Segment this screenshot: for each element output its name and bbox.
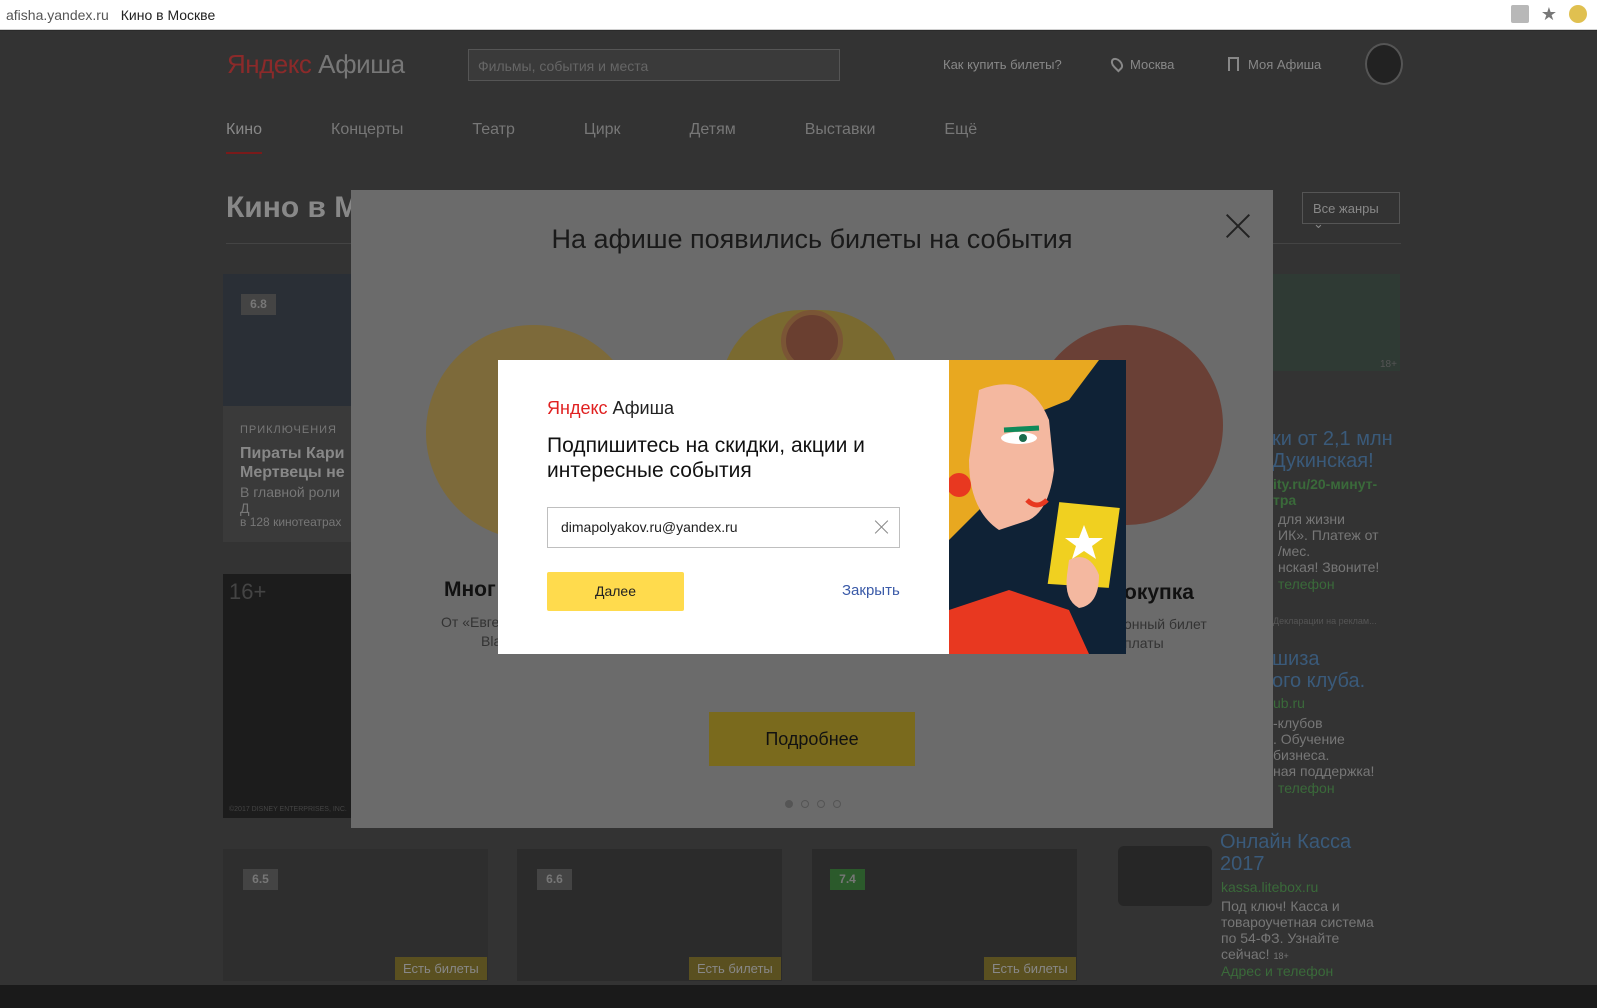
age-badge: 16+ (229, 579, 267, 604)
bookmark-icon (1228, 57, 1239, 71)
browser-icons: ★ (1510, 5, 1587, 23)
movie-genre: ПРИКЛЮЧЕНИЯ (240, 424, 337, 436)
rating-badge: 6.5 (243, 869, 278, 890)
site-header: Яндекс Афиша Фильмы, события и места Как… (200, 31, 1430, 101)
overlay-feature-heading: Мног (444, 578, 496, 601)
nav-item-circus[interactable]: Цирк (584, 121, 621, 139)
ad-title[interactable]: ки от 2,1 млн Дукинская! (1272, 428, 1393, 472)
modal-illustration (949, 360, 1126, 654)
lock-icon[interactable] (1510, 5, 1529, 23)
email-field[interactable]: dimapolyakov.ru@yandex.ru (547, 507, 900, 548)
movie-title[interactable]: Пираты Кари Мертвецы не (240, 444, 345, 482)
nav-item-concerts[interactable]: Концерты (331, 121, 403, 139)
ad-disclaimer: Декларации на реклам... (1273, 616, 1377, 626)
ad-text: -клубов. Обучение бизнеса. ная поддержка! (1273, 715, 1375, 779)
overlay-feature-text: онный билет (1124, 616, 1207, 632)
ad-domain[interactable]: ub.ru (1273, 695, 1305, 711)
next-button[interactable]: Далее (547, 572, 684, 611)
carousel-dot[interactable] (785, 800, 793, 808)
modal-title: Подпишитесь на скидки, акции и интересны… (547, 434, 865, 482)
overlay-feature-text: От «Евге (441, 614, 500, 630)
ad-title[interactable]: Онлайн Касса 2017 (1220, 831, 1351, 875)
ad-title[interactable]: шиза ого клуба. (1272, 648, 1365, 692)
nav-item-exhibitions[interactable]: Выставки (805, 121, 876, 139)
tickets-badge[interactable]: Есть билеты (984, 957, 1076, 980)
rating-badge: 6.6 (537, 869, 572, 890)
movie-cinemas[interactable]: в 128 кинотеатрах (240, 514, 341, 530)
search-input[interactable]: Фильмы, события и места (468, 49, 840, 81)
ad-text: для жизни ИК». Платеж от/мес. нская! Звони… (1278, 511, 1380, 575)
overlay-title: На афише появились билеты на события (551, 224, 1073, 254)
nav-item-kino[interactable]: Кино (226, 121, 262, 154)
nav-item-theatre[interactable]: Театр (472, 121, 515, 139)
ad-text: Под ключ! Касса и товароучетная система по… (1221, 898, 1374, 962)
genre-filter-dropdown[interactable]: Все жанры ⌄ (1302, 192, 1400, 231)
ad-domain[interactable]: kassa.litebox.ru (1221, 879, 1318, 895)
woman-with-ticket-illustration (949, 360, 1126, 654)
rating-badge: 6.8 (241, 294, 276, 315)
close-link[interactable]: Закрыть (842, 582, 900, 599)
location-pin-icon (1108, 55, 1126, 73)
chevron-down-icon: ⌄ (1313, 216, 1324, 231)
avatar[interactable] (1365, 43, 1403, 85)
movie-card[interactable]: 6.6 Есть билеты (517, 849, 782, 981)
bottom-strip (0, 985, 1597, 1008)
nav-item-kids[interactable]: Детям (690, 121, 736, 139)
how-to-buy-link[interactable]: Как купить билеты? (943, 57, 1062, 72)
subscribe-modal: Яндекс Афиша Подпишитесь на скидки, акци… (498, 360, 1126, 654)
movie-card-large[interactable]: 16+ ©2017 DISNEY ENTERPRISES, INC. (223, 574, 353, 818)
close-icon[interactable] (1226, 214, 1250, 238)
carousel-dots (785, 800, 841, 808)
page-background: Яндекс Афиша Фильмы, события и места Как… (0, 31, 1597, 1008)
ad-image[interactable] (1118, 846, 1212, 906)
ad-domain[interactable]: ity.ru/20-минут-тра (1273, 476, 1377, 508)
site-logo[interactable]: Яндекс Афиша (227, 49, 405, 80)
browser-page-title: Кино в Москве (120, 6, 216, 23)
nav-item-more[interactable]: Ещё (944, 121, 977, 139)
poster-copyright: ©2017 DISNEY ENTERPRISES, INC. (229, 806, 347, 813)
ad-contact-link[interactable]: телефон (1278, 780, 1335, 796)
email-value: dimapolyakov.ru@yandex.ru (561, 519, 738, 535)
browser-url[interactable]: afisha.yandex.ru (6, 7, 109, 23)
main-nav: Кино Концерты Театр Цирк Детям Выставки … (226, 121, 1046, 154)
ad-age-badge: 18+ (1380, 359, 1397, 370)
modal-logo: Яндекс Афиша (547, 398, 675, 418)
ad-contact-link[interactable]: телефон (1278, 576, 1335, 592)
rating-badge: 7.4 (830, 869, 865, 890)
browser-tab-bar: afisha.yandex.ru Кино в Москве ★ (0, 0, 1597, 30)
carousel-dot[interactable] (833, 800, 841, 808)
extension-icon[interactable] (1569, 5, 1587, 23)
tickets-badge[interactable]: Есть билеты (689, 957, 781, 980)
my-afisha-link[interactable]: Моя Афиша (1228, 57, 1321, 72)
carousel-dot[interactable] (801, 800, 809, 808)
city-selector[interactable]: Москва (1108, 55, 1174, 73)
movie-card[interactable]: 6.8 ПРИКЛЮЧЕНИЯ Пираты Кари Мертвецы не В… (223, 274, 353, 542)
overlay-feature-heading: окупка (1124, 581, 1194, 604)
tickets-badge[interactable]: Есть билеты (395, 957, 487, 980)
movie-card[interactable]: 7.4 Есть билеты (812, 849, 1077, 981)
carousel-dot[interactable] (817, 800, 825, 808)
movie-card[interactable]: 6.5 Есть билеты (223, 849, 488, 981)
ad-contact-link[interactable]: Адрес и телефон (1221, 963, 1333, 979)
star-icon[interactable]: ★ (1541, 5, 1557, 23)
movie-desc: В главной роли Д (240, 484, 340, 516)
more-details-button[interactable]: Подробнее (709, 712, 915, 766)
overlay-feature-text: платы (1124, 635, 1164, 651)
page-title: Кино в М (226, 191, 360, 224)
clear-icon[interactable] (875, 520, 889, 534)
